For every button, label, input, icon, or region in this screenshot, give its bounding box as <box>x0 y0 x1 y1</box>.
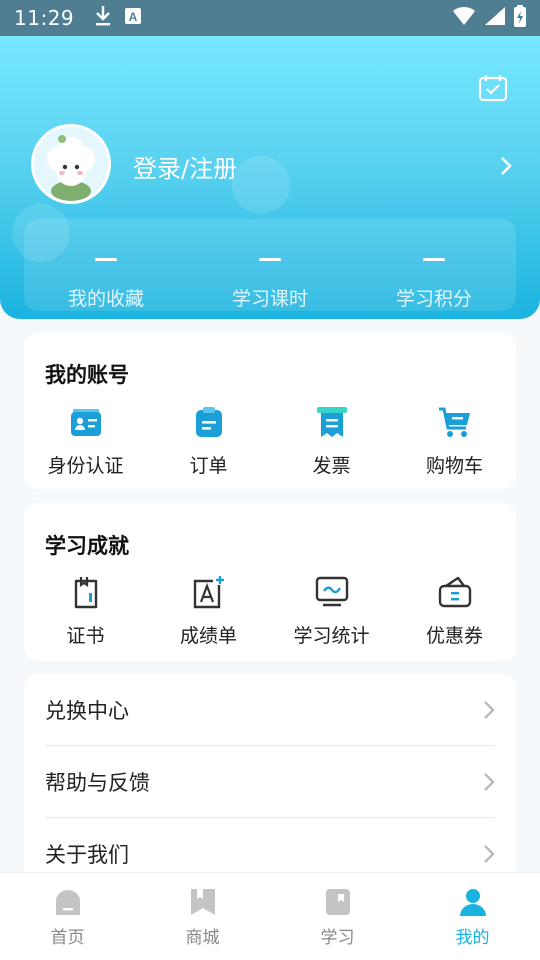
stat-value: — <box>258 244 282 272</box>
achievement-item-coupon[interactable]: 优惠券 <box>393 575 516 648</box>
certificate-icon <box>69 575 103 609</box>
menu-label: 帮助与反馈 <box>45 770 150 795</box>
grid-label: 购物车 <box>425 455 483 477</box>
stat-value: — <box>422 244 446 272</box>
status-time: 11:29 <box>14 6 75 30</box>
achievement-item-certificate[interactable]: 证书 <box>24 575 147 648</box>
stat-value: — <box>94 244 118 272</box>
account-item-orders[interactable]: 订单 <box>147 405 270 478</box>
download-icon <box>94 5 112 31</box>
calendar-check-icon[interactable] <box>478 74 508 102</box>
menu-card: 兑换中心 帮助与反馈 关于我们 <box>24 674 516 884</box>
grid-label: 身份认证 <box>47 455 124 477</box>
menu-label: 兑换中心 <box>45 698 129 723</box>
home-icon <box>53 887 83 917</box>
decor-bubble <box>232 156 290 214</box>
profile-header: 登录/注册 — 我的收藏 — 学习课时 — 学习积分 <box>0 36 540 319</box>
stats-card: — 我的收藏 — 学习课时 — 学习积分 <box>24 219 516 311</box>
bottom-nav: 首页 商城 学习 我的 <box>0 872 540 960</box>
grid-label: 发票 <box>312 455 351 477</box>
stat-label: 学习课时 <box>231 288 308 310</box>
nav-tab-study[interactable]: 学习 <box>270 873 405 960</box>
nav-label: 首页 <box>50 928 85 948</box>
id-card-icon <box>69 405 103 439</box>
grid-label: 成绩单 <box>179 625 237 647</box>
account-grid: 身份认证 订单 发票 购物车 <box>24 405 516 478</box>
chevron-right-icon <box>483 700 495 720</box>
achievement-item-report-card[interactable]: 成绩单 <box>147 575 270 648</box>
study-book-icon <box>323 887 353 917</box>
nav-label: 我的 <box>455 928 490 948</box>
avatar[interactable] <box>31 124 111 204</box>
wifi-icon <box>452 6 476 30</box>
stat-study-points[interactable]: — 学习积分 <box>352 219 516 311</box>
a-badge-letter: A <box>129 10 138 24</box>
coupon-wallet-icon <box>438 575 472 609</box>
grid-label: 学习统计 <box>293 625 370 647</box>
invoice-icon <box>315 405 349 439</box>
grid-label: 优惠券 <box>425 625 483 647</box>
achievements-card: 学习成就 证书 成绩单 学习统计 优惠券 <box>24 503 516 661</box>
nav-label: 商城 <box>185 928 220 948</box>
grid-label: 订单 <box>189 455 228 477</box>
status-system-icons <box>452 5 526 31</box>
account-card: 我的账号 身份认证 订单 发票 购物车 <box>24 333 516 489</box>
grade-report-icon <box>192 575 226 609</box>
order-clipboard-icon <box>192 405 226 439</box>
achievements-grid: 证书 成绩单 学习统计 优惠券 <box>24 575 516 648</box>
status-bar: 11:29 A <box>0 0 540 36</box>
profile-icon <box>458 887 488 917</box>
a-badge-icon: A <box>124 7 142 29</box>
achievements-card-title: 学习成就 <box>45 534 129 558</box>
account-item-invoice[interactable]: 发票 <box>270 405 393 478</box>
grid-label: 证书 <box>66 625 105 647</box>
account-item-cart[interactable]: 购物车 <box>393 405 516 478</box>
login-register-link[interactable]: 登录/注册 <box>133 149 237 184</box>
nav-label: 学习 <box>320 928 355 948</box>
nav-tab-mine[interactable]: 我的 <box>405 873 540 960</box>
mall-icon <box>188 887 218 917</box>
shopping-cart-icon <box>438 405 472 439</box>
menu-item-redeem-center[interactable]: 兑换中心 <box>45 674 495 746</box>
battery-icon <box>514 5 526 31</box>
account-item-id-verify[interactable]: 身份认证 <box>24 405 147 478</box>
account-card-title: 我的账号 <box>45 363 129 387</box>
chevron-right-icon <box>483 844 495 864</box>
chevron-right-icon <box>483 772 495 792</box>
status-notification-icons: A <box>94 5 142 31</box>
nav-tab-mall[interactable]: 商城 <box>135 873 270 960</box>
achievement-item-statistics[interactable]: 学习统计 <box>270 575 393 648</box>
signal-icon <box>484 6 506 30</box>
stat-study-hours[interactable]: — 学习课时 <box>188 219 352 311</box>
nav-tab-home[interactable]: 首页 <box>0 873 135 960</box>
menu-label: 关于我们 <box>45 843 129 867</box>
stat-favorites[interactable]: — 我的收藏 <box>24 219 188 311</box>
chevron-right-icon[interactable] <box>498 154 514 178</box>
menu-item-help-feedback[interactable]: 帮助与反馈 <box>45 746 495 818</box>
statistics-monitor-icon <box>315 575 349 609</box>
stat-label: 我的收藏 <box>67 288 144 310</box>
stat-label: 学习积分 <box>395 288 472 310</box>
